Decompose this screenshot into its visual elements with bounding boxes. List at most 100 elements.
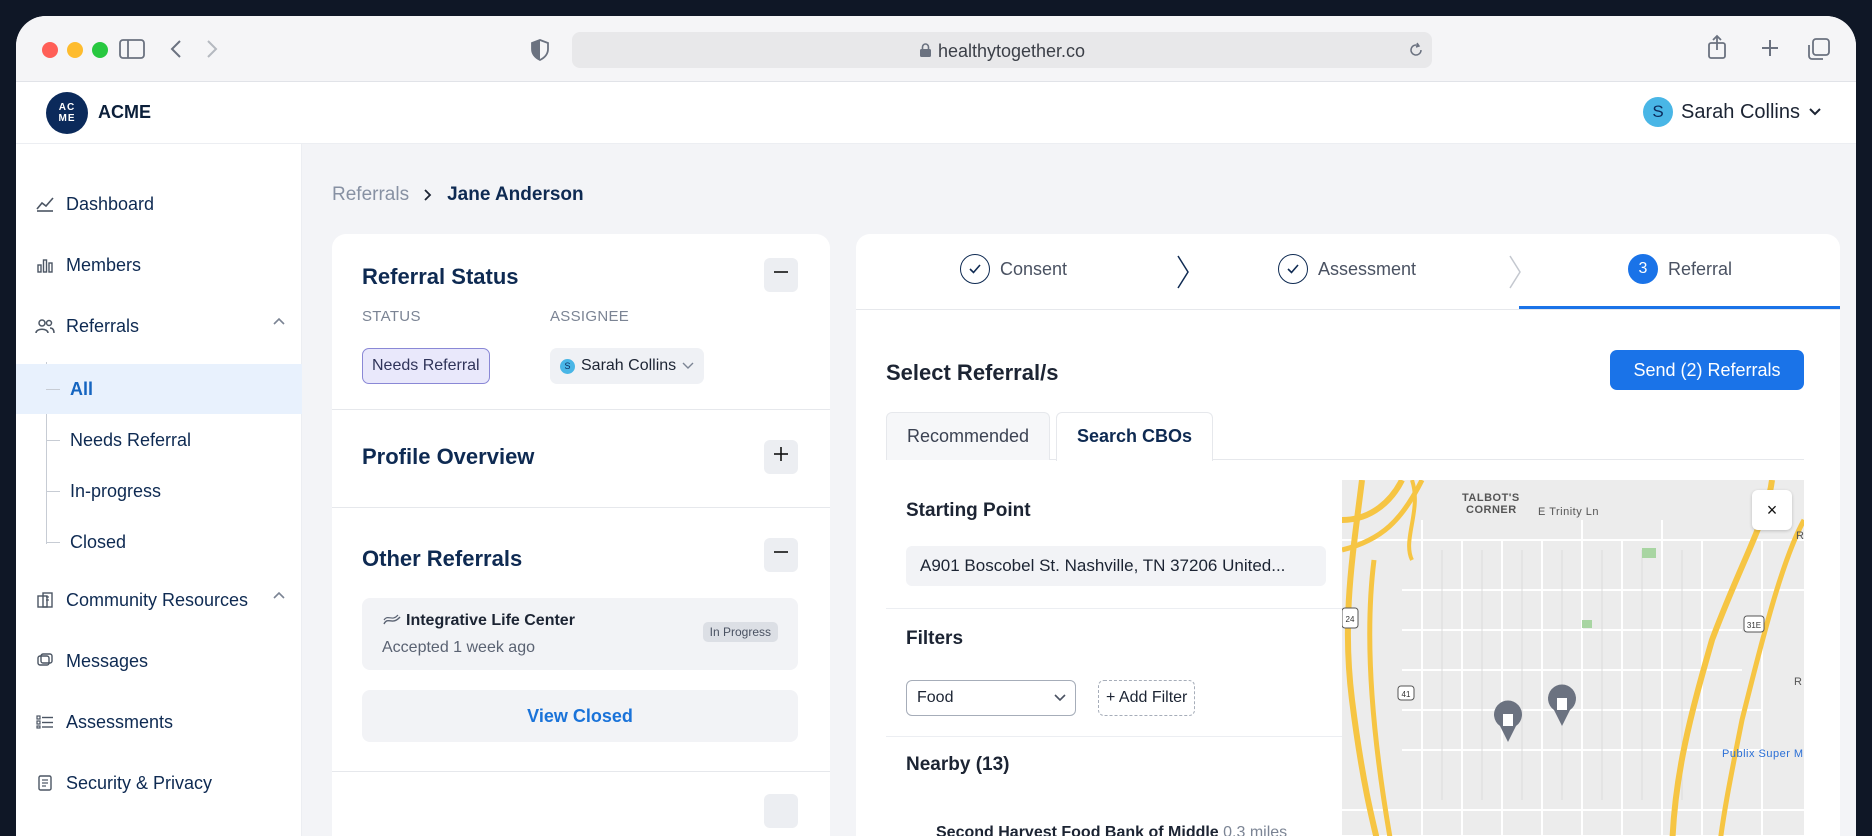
minimize-window-button[interactable] — [67, 42, 83, 58]
breadcrumb: Referrals Jane Anderson — [332, 184, 584, 206]
sidebar-subitem-label: Closed — [70, 531, 127, 552]
nearby-label: Nearby (13) — [906, 754, 1010, 775]
map-canvas[interactable]: 24 31E 41 — [1342, 480, 1804, 836]
section-title: Other Referrals — [362, 546, 523, 571]
starting-point-label: Starting Point — [906, 500, 1031, 521]
assignee-label: ASSIGNEE — [550, 308, 630, 325]
reload-icon[interactable] — [1408, 42, 1424, 58]
sidebar-item-label: Referrals — [66, 315, 140, 336]
active-step-indicator — [1519, 306, 1840, 309]
shield-41-label: 41 — [1402, 690, 1411, 699]
park-area — [1582, 620, 1592, 628]
tree-tick — [46, 440, 60, 441]
step-consent[interactable]: Consent — [960, 254, 1067, 284]
chevron-down-icon — [1054, 694, 1066, 702]
minus-icon — [774, 551, 788, 553]
starting-point-input[interactable]: A901 Boscobel St. Nashville, TN 37206 Un… — [906, 546, 1326, 586]
tree-tick — [46, 389, 60, 390]
tree-tick — [46, 542, 60, 543]
url-label: healthytogether.co — [937, 41, 1086, 61]
minus-icon — [774, 271, 788, 273]
status-badge: In Progress — [702, 622, 778, 642]
filters-panel: Starting Point A901 Boscobel St. Nashvil… — [886, 480, 1342, 836]
acme-logo[interactable]: AC ME — [46, 92, 88, 134]
buildings-icon — [34, 589, 56, 611]
privacy-shield-icon[interactable] — [530, 38, 550, 62]
address-bar[interactable]: healthytogether.co — [572, 32, 1432, 68]
close-window-button[interactable] — [42, 42, 58, 58]
sidebar-item-community-resources[interactable]: Community Resources — [16, 578, 302, 622]
users-icon — [34, 315, 56, 337]
referral-card[interactable]: Integrative Life Center Accepted 1 week … — [362, 598, 798, 670]
sidebar-item-security-privacy[interactable]: Security & Privacy — [16, 761, 302, 805]
organization-logo-icon — [383, 614, 401, 625]
tab-recommended[interactable]: Recommended — [886, 412, 1051, 460]
forward-icon[interactable] — [204, 38, 220, 60]
section-toggle-button[interactable] — [764, 794, 798, 828]
breadcrumb-current: Jane Anderson — [447, 184, 584, 205]
step-label: Assessment — [1318, 258, 1417, 279]
step-assessment[interactable]: Assessment — [1278, 254, 1416, 284]
user-menu[interactable]: S Sarah Collins — [1643, 97, 1822, 127]
map-view[interactable]: 24 31E 41 TALBOT'S CORNER E Trinity Ln P… — [1342, 480, 1804, 836]
nearby-result-distance: 0.3 miles — [1218, 824, 1288, 836]
map-label-partial: R — [1794, 676, 1803, 688]
assignee-dropdown[interactable]: S Sarah Collins — [550, 348, 705, 384]
sidebar-item-label: Messages — [66, 650, 149, 671]
filter-value: Food — [917, 689, 954, 706]
tabs-overview-icon[interactable] — [1807, 37, 1831, 61]
send-referrals-button[interactable]: Send (2) Referrals — [1610, 350, 1804, 390]
browser-window: healthytogether.co AC ME ACME S Sarah Co… — [16, 16, 1856, 836]
sidebar-item-dashboard[interactable]: Dashboard — [16, 182, 302, 226]
sidebar-item-label: Assessments — [66, 711, 174, 732]
status-dropdown[interactable]: Needs Referral — [362, 348, 490, 384]
url-text: healthytogether.co — [572, 41, 1432, 62]
sidebar-item-messages[interactable]: Messages — [16, 639, 302, 683]
shield-24-label: 24 — [1346, 615, 1355, 624]
select-referrals-title: Select Referral/s — [886, 360, 1059, 385]
chevron-up-icon[interactable] — [272, 316, 286, 326]
sidebar-item-members[interactable]: Members — [16, 243, 302, 287]
nearby-result-item[interactable]: Second Harvest Food Bank of Middle 0.3 m… — [936, 824, 1287, 836]
sidebar-toggle-icon[interactable] — [119, 38, 145, 60]
breadcrumb-parent-link[interactable]: Referrals — [332, 184, 409, 206]
filter-select[interactable]: Food — [906, 680, 1076, 716]
chevron-up-icon[interactable] — [272, 590, 286, 600]
lock-icon — [919, 43, 931, 57]
map-label-corner: CORNER — [1466, 504, 1517, 516]
divider — [886, 608, 1342, 609]
step-chevron-icon — [1177, 255, 1189, 289]
section-title: Referral Status — [362, 264, 519, 289]
park-area — [1642, 548, 1656, 558]
maximize-window-button[interactable] — [92, 42, 108, 58]
list-icon — [34, 711, 56, 733]
collapse-other-referrals-button[interactable] — [764, 538, 798, 572]
back-icon[interactable] — [168, 38, 184, 60]
sidebar-subitem-label: Needs Referral — [70, 429, 192, 450]
sidebar-item-referrals[interactable]: Referrals — [16, 304, 302, 348]
sidebar-item-assessments[interactable]: Assessments — [16, 700, 302, 744]
map-label-partial: R — [1796, 530, 1804, 542]
collapse-referral-status-button[interactable] — [764, 258, 798, 292]
new-tab-icon[interactable] — [1760, 38, 1780, 58]
divider — [886, 736, 1342, 737]
close-map-button[interactable]: × — [1752, 490, 1792, 530]
status-label: STATUS — [362, 308, 421, 325]
step-referral[interactable]: 3 Referral — [1628, 254, 1732, 284]
add-filter-button[interactable]: + Add Filter — [1098, 680, 1196, 716]
tab-search-cbos[interactable]: Search CBOs — [1056, 412, 1214, 461]
share-icon[interactable] — [1706, 34, 1728, 60]
sidebar-item-label: Security & Privacy — [66, 772, 213, 793]
app-header: AC ME ACME S Sarah Collins — [16, 82, 1856, 144]
map-label-talbots: TALBOT'S — [1462, 492, 1520, 504]
shield-31e-label: 31E — [1747, 621, 1761, 630]
stepper: Consent Assessment 3 Referral — [856, 234, 1840, 310]
referral-status-section: Referral Status STATUS ASSIGNEE Needs Re… — [332, 234, 830, 410]
referral-selection-card: Consent Assessment 3 Referral Select Ref… — [856, 234, 1840, 836]
avatar: S — [560, 358, 575, 374]
chat-icon — [34, 650, 56, 672]
view-closed-button[interactable]: View Closed — [362, 690, 798, 742]
expand-profile-overview-button[interactable] — [764, 440, 798, 474]
section-title: Profile Overview — [362, 444, 535, 469]
tab-bar: Recommended Search CBOs — [886, 412, 1804, 461]
